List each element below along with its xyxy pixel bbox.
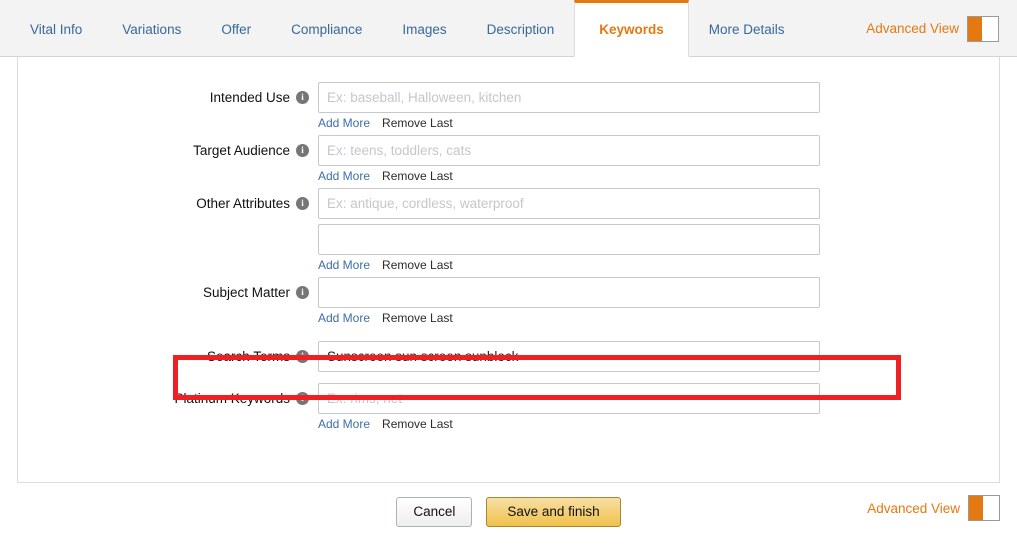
remove-last-link[interactable]: Remove Last	[382, 169, 453, 188]
other-attributes-input[interactable]	[318, 188, 820, 219]
keywords-panel: Intended Use i Add More Remove Last Targ…	[17, 57, 1000, 483]
subject-matter-links: Add More Remove Last	[318, 311, 820, 330]
info-icon[interactable]: i	[296, 286, 309, 299]
advanced-view-label-bottom: Advanced View	[867, 501, 960, 516]
tab-offer[interactable]: Offer	[201, 0, 271, 56]
row-spacer	[18, 372, 999, 383]
field-input-group-subject-matter: Add More Remove Last	[318, 277, 820, 330]
intended-use-links: Add More Remove Last	[318, 116, 820, 135]
tab-compliance[interactable]: Compliance	[271, 0, 382, 56]
add-more-link[interactable]: Add More	[318, 258, 370, 277]
add-more-link[interactable]: Add More	[318, 311, 370, 330]
field-input-group-search-terms	[318, 341, 820, 372]
info-icon[interactable]: i	[296, 144, 309, 157]
field-label-other-attributes: Other Attributes i	[18, 188, 318, 219]
info-icon[interactable]: i	[296, 392, 309, 405]
advanced-view-label-top: Advanced View	[866, 21, 959, 36]
tab-description[interactable]: Description	[467, 0, 575, 56]
field-label-platinum-keywords: Platinum Keywords i	[18, 383, 318, 414]
info-icon[interactable]: i	[296, 197, 309, 210]
field-label-target-audience: Target Audience i	[18, 135, 318, 166]
target-audience-label-text: Target Audience	[193, 143, 290, 158]
keywords-form: Intended Use i Add More Remove Last Targ…	[18, 57, 999, 436]
tab-images[interactable]: Images	[382, 0, 466, 56]
field-row-other-attributes: Other Attributes i Add More Remove Last	[18, 188, 999, 277]
remove-last-link[interactable]: Remove Last	[382, 417, 453, 436]
cancel-button[interactable]: Cancel	[396, 497, 472, 527]
save-and-finish-button[interactable]: Save and finish	[486, 497, 620, 527]
field-row-intended-use: Intended Use i Add More Remove Last	[18, 82, 999, 135]
remove-last-link[interactable]: Remove Last	[382, 116, 453, 135]
field-input-group-platinum-keywords: Add More Remove Last	[318, 383, 820, 436]
footer-bar: Cancel Save and finish Advanced View	[0, 483, 1017, 547]
field-row-subject-matter: Subject Matter i Add More Remove Last	[18, 277, 999, 330]
field-label-search-terms: Search Terms i	[18, 341, 318, 372]
info-icon[interactable]: i	[296, 91, 309, 104]
remove-last-link[interactable]: Remove Last	[382, 258, 453, 277]
toggle-on-segment	[969, 496, 983, 520]
tab-variations[interactable]: Variations	[102, 0, 201, 56]
add-more-link[interactable]: Add More	[318, 417, 370, 436]
tab-keywords[interactable]: Keywords	[574, 0, 689, 57]
toggle-on-segment	[968, 17, 982, 41]
info-icon[interactable]: i	[296, 350, 309, 363]
add-more-link[interactable]: Add More	[318, 169, 370, 188]
tab-vital-info[interactable]: Vital Info	[10, 0, 102, 56]
subject-matter-input[interactable]	[318, 277, 820, 308]
field-row-platinum-keywords: Platinum Keywords i Add More Remove Last	[18, 383, 999, 436]
advanced-view-toggle-top[interactable]	[967, 16, 999, 42]
tab-bar: Vital Info Variations Offer Compliance I…	[0, 0, 1017, 57]
field-label-intended-use: Intended Use i	[18, 82, 318, 113]
field-row-target-audience: Target Audience i Add More Remove Last	[18, 135, 999, 188]
field-input-group-intended-use: Add More Remove Last	[318, 82, 820, 135]
search-terms-input[interactable]	[318, 341, 820, 372]
advanced-view-toggle-bottom[interactable]	[968, 495, 1000, 521]
target-audience-links: Add More Remove Last	[318, 169, 820, 188]
advanced-view-control-top[interactable]: Advanced View	[866, 0, 999, 57]
intended-use-label-text: Intended Use	[210, 90, 290, 105]
intended-use-input[interactable]	[318, 82, 820, 113]
field-label-subject-matter: Subject Matter i	[18, 277, 318, 308]
subject-matter-label-text: Subject Matter	[203, 285, 290, 300]
target-audience-input[interactable]	[318, 135, 820, 166]
advanced-view-control-bottom[interactable]: Advanced View	[867, 495, 1000, 521]
platinum-keywords-input[interactable]	[318, 383, 820, 414]
tab-more-details[interactable]: More Details	[689, 0, 805, 56]
add-more-link[interactable]: Add More	[318, 116, 370, 135]
platinum-keywords-label-text: Platinum Keywords	[174, 391, 290, 406]
row-spacer	[18, 330, 999, 341]
other-attributes-links: Add More Remove Last	[318, 258, 820, 277]
toggle-off-segment	[982, 17, 998, 41]
remove-last-link[interactable]: Remove Last	[382, 311, 453, 330]
field-row-search-terms: Search Terms i	[18, 341, 999, 372]
field-input-group-other-attributes: Add More Remove Last	[318, 188, 820, 277]
platinum-keywords-links: Add More Remove Last	[318, 417, 820, 436]
other-attributes-input-2[interactable]	[318, 224, 820, 255]
toggle-off-segment	[983, 496, 999, 520]
field-input-group-target-audience: Add More Remove Last	[318, 135, 820, 188]
footer-button-group: Cancel Save and finish	[0, 497, 1017, 527]
other-attributes-label-text: Other Attributes	[196, 196, 290, 211]
search-terms-label-text: Search Terms	[207, 349, 290, 364]
